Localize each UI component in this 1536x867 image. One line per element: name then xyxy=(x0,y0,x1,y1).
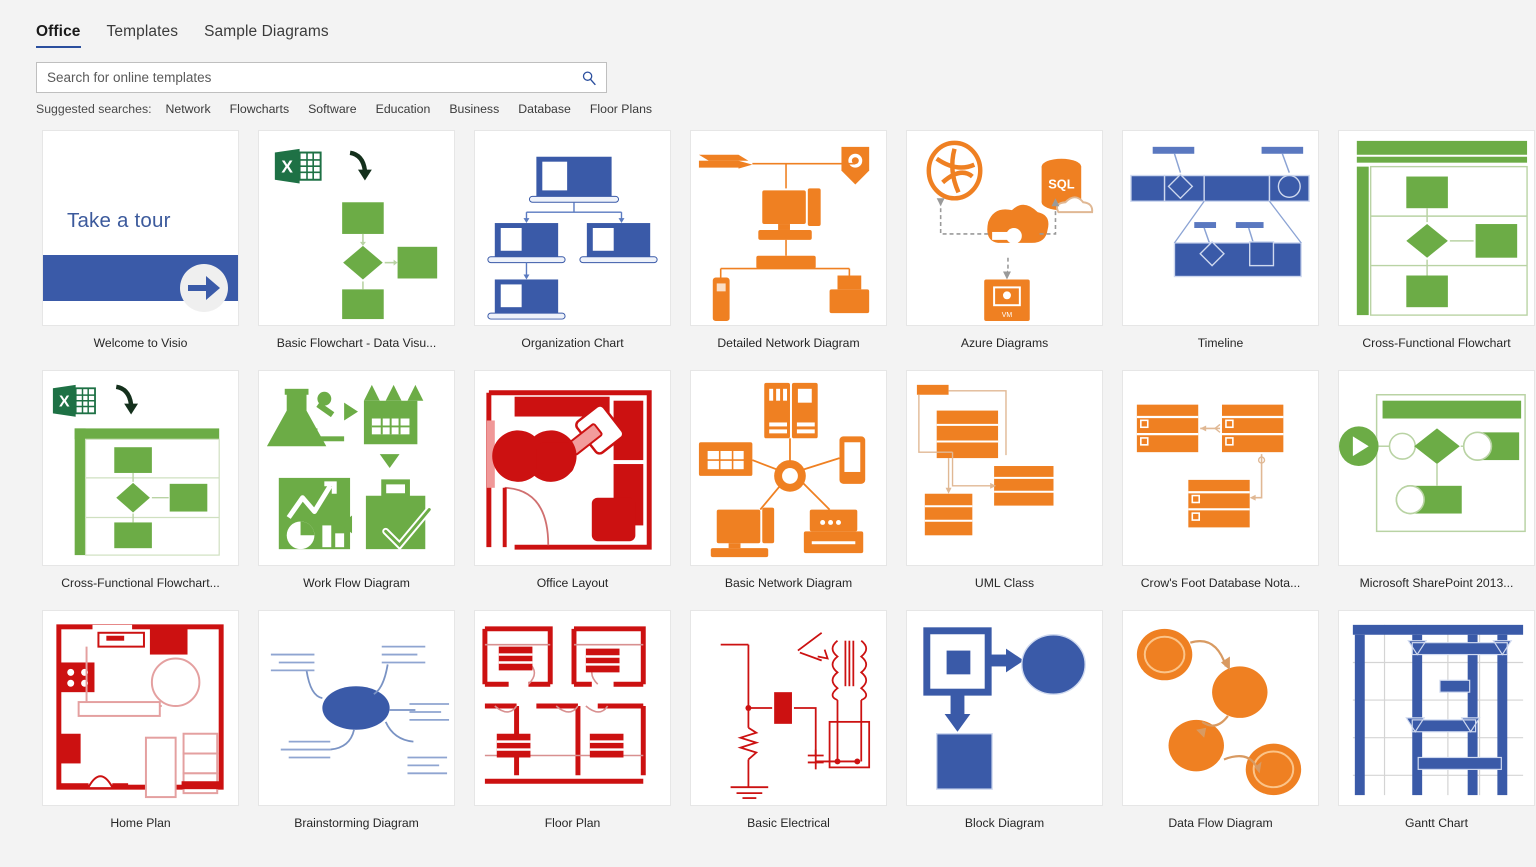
template-tile[interactable]: Basic Electrical xyxy=(690,610,906,850)
template-thumbnail-basic-network[interactable] xyxy=(690,370,887,566)
template-thumbnail-cross-functional[interactable] xyxy=(1338,130,1535,326)
template-thumbnail-floor-plan[interactable] xyxy=(474,610,671,806)
template-thumbnail-sharepoint[interactable] xyxy=(1338,370,1535,566)
suggested-network[interactable]: Network xyxy=(166,102,211,116)
svg-text:SQL: SQL xyxy=(1048,176,1075,191)
template-tile[interactable]: Work Flow Diagram xyxy=(258,370,474,610)
take-a-tour-text: Take a tour xyxy=(67,209,171,232)
template-tile[interactable]: Basic Network Diagram xyxy=(690,370,906,610)
suggested-business[interactable]: Business xyxy=(449,102,499,116)
template-tile[interactable]: Microsoft SharePoint 2013... xyxy=(1338,370,1536,610)
svg-text:X: X xyxy=(281,156,293,176)
template-tile[interactable]: Take a tour Welcome to Visio xyxy=(42,130,258,370)
tab-office[interactable]: Office xyxy=(36,23,81,48)
template-thumbnail-gantt-chart[interactable] xyxy=(1338,610,1535,806)
template-label: Floor Plan xyxy=(544,816,601,830)
suggested-database[interactable]: Database xyxy=(518,102,571,116)
template-thumbnail-org-chart[interactable] xyxy=(474,130,671,326)
template-thumbnail-basic-flowchart-data[interactable]: X xyxy=(258,130,455,326)
template-tile[interactable]: Organization Chart xyxy=(474,130,690,370)
template-tile[interactable]: Home Plan xyxy=(42,610,258,850)
template-thumbnail-cross-functional-data[interactable]: X xyxy=(42,370,239,566)
suggested-floor-plans[interactable]: Floor Plans xyxy=(590,102,652,116)
template-label: Home Plan xyxy=(110,816,171,830)
template-label: Cross-Functional Flowchart xyxy=(1362,336,1511,350)
template-thumbnail-basic-electrical[interactable] xyxy=(690,610,887,806)
template-tile[interactable]: Floor Plan xyxy=(474,610,690,850)
template-tile[interactable]: SQL VM Azure Diagrams xyxy=(906,130,1122,370)
template-tile[interactable]: Timeline xyxy=(1122,130,1338,370)
template-tile[interactable]: X Cross-Functional Flowchart... xyxy=(42,370,258,610)
template-thumbnail-detailed-network[interactable] xyxy=(690,130,887,326)
template-label: UML Class xyxy=(974,576,1035,590)
template-thumbnail-azure[interactable]: SQL VM xyxy=(906,130,1103,326)
template-tile[interactable]: Data Flow Diagram xyxy=(1122,610,1338,850)
search-icon[interactable] xyxy=(581,70,597,86)
template-label: Detailed Network Diagram xyxy=(717,336,860,350)
template-label: Office Layout xyxy=(536,576,609,590)
search-area xyxy=(0,48,1536,93)
suggested-software[interactable]: Software xyxy=(308,102,357,116)
template-label: Timeline xyxy=(1197,336,1244,350)
template-label: Gantt Chart xyxy=(1405,816,1468,830)
arrow-right-icon xyxy=(188,276,220,300)
template-label: Work Flow Diagram xyxy=(303,576,410,590)
template-label: Block Diagram xyxy=(964,816,1045,830)
template-tile[interactable]: Crow's Foot Database Nota... xyxy=(1122,370,1338,610)
template-label: Crow's Foot Database Nota... xyxy=(1140,576,1301,590)
search-box[interactable] xyxy=(36,62,607,93)
template-label: Basic Electrical xyxy=(747,816,830,830)
template-tile[interactable]: UML Class xyxy=(906,370,1122,610)
template-label: Data Flow Diagram xyxy=(1168,816,1273,830)
template-label: Welcome to Visio xyxy=(93,336,188,350)
template-label: Brainstorming Diagram xyxy=(294,816,419,830)
template-thumbnail-uml-class[interactable] xyxy=(906,370,1103,566)
template-tile[interactable]: Detailed Network Diagram xyxy=(690,130,906,370)
tour-arrow-button[interactable] xyxy=(180,264,228,312)
template-thumbnail-timeline[interactable] xyxy=(1122,130,1319,326)
template-thumbnail-office-layout[interactable] xyxy=(474,370,671,566)
template-label: Azure Diagrams xyxy=(960,336,1049,350)
template-label: Cross-Functional Flowchart... xyxy=(61,576,220,590)
template-thumbnail-home-plan[interactable] xyxy=(42,610,239,806)
suggested-searches: Suggested searches: Network Flowcharts S… xyxy=(0,93,1536,116)
template-label: Basic Network Diagram xyxy=(724,576,853,590)
template-thumbnail-data-flow[interactable] xyxy=(1122,610,1319,806)
template-label: Microsoft SharePoint 2013... xyxy=(1359,576,1514,590)
template-label: Basic Flowchart - Data Visu... xyxy=(276,336,437,350)
search-input[interactable] xyxy=(37,63,606,92)
template-thumbnail-crows-foot[interactable] xyxy=(1122,370,1319,566)
tab-templates[interactable]: Templates xyxy=(107,23,179,48)
template-label: Organization Chart xyxy=(521,336,624,350)
tab-sample-diagrams[interactable]: Sample Diagrams xyxy=(204,23,329,48)
template-tile[interactable]: Office Layout xyxy=(474,370,690,610)
suggested-flowcharts[interactable]: Flowcharts xyxy=(230,102,289,116)
svg-text:VM: VM xyxy=(1002,312,1013,319)
template-tile[interactable]: Brainstorming Diagram xyxy=(258,610,474,850)
template-grid: Take a tour Welcome to Visio X Basic Flo… xyxy=(0,116,1536,850)
svg-text:X: X xyxy=(59,393,70,410)
template-thumbnail-welcome[interactable]: Take a tour xyxy=(42,130,239,326)
suggested-label: Suggested searches: xyxy=(36,102,152,116)
template-tile[interactable]: Cross-Functional Flowchart xyxy=(1338,130,1536,370)
template-tile[interactable]: X Basic Flowchart - Data Visu... xyxy=(258,130,474,370)
template-thumbnail-work-flow[interactable] xyxy=(258,370,455,566)
template-tile[interactable]: Block Diagram xyxy=(906,610,1122,850)
tab-bar: Office Templates Sample Diagrams xyxy=(0,0,1536,48)
suggested-education[interactable]: Education xyxy=(376,102,431,116)
template-thumbnail-brainstorming[interactable] xyxy=(258,610,455,806)
template-thumbnail-block-diagram[interactable] xyxy=(906,610,1103,806)
template-tile[interactable]: Gantt Chart xyxy=(1338,610,1536,850)
